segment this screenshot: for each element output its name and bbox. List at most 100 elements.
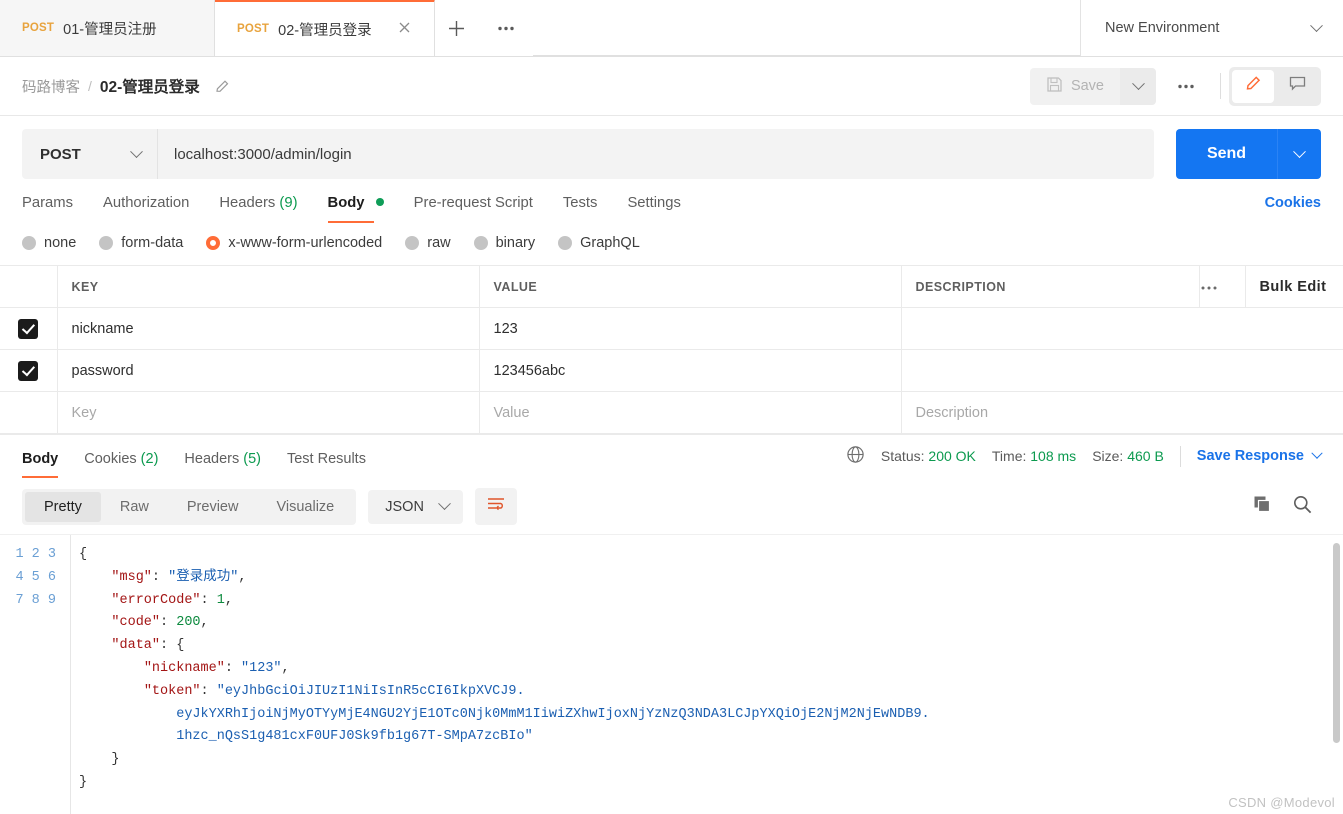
bulk-edit-button[interactable]: Bulk Edit: [1244, 265, 1343, 308]
row-checkbox-cell[interactable]: [0, 349, 58, 392]
body-type-form-data[interactable]: form-data: [99, 235, 183, 251]
response-tab-cookies[interactable]: Cookies (2): [84, 451, 158, 478]
view-mode-toggle: [1229, 66, 1321, 106]
tab-title: 01-管理员注册: [63, 21, 157, 38]
tab-label: Settings: [627, 195, 681, 211]
tab-pre-request-script[interactable]: Pre-request Script: [414, 187, 533, 223]
row-value-cell[interactable]: 123: [478, 307, 902, 350]
body-type-binary[interactable]: binary: [473, 235, 535, 251]
response-meta: Status: 200 OK Time: 108 ms Size: 460 B …: [846, 445, 1323, 478]
tab-title: 02-管理员登录: [278, 22, 372, 39]
send-options-button[interactable]: [1277, 129, 1321, 179]
response-tab-body[interactable]: Body: [22, 451, 59, 478]
tab-options-button[interactable]: [478, 0, 533, 56]
tab-tests[interactable]: Tests: [563, 187, 598, 223]
header-key: KEY: [56, 265, 480, 308]
table-options-button[interactable]: [1198, 265, 1246, 308]
save-options-button[interactable]: [1120, 67, 1156, 105]
edit-mode-button[interactable]: [1232, 69, 1274, 103]
table-empty-row[interactable]: Key Value Description: [0, 391, 1343, 434]
body-type-options: none form-data x-www-form-urlencoded raw…: [0, 223, 1343, 265]
tab-body[interactable]: Body: [327, 187, 384, 223]
row-description-cell[interactable]: [900, 349, 1343, 392]
tab-authorization[interactable]: Authorization: [103, 187, 189, 223]
environment-selector[interactable]: New Environment: [1080, 0, 1343, 56]
view-preview[interactable]: Preview: [168, 492, 258, 522]
new-tab-button[interactable]: [434, 0, 479, 56]
vertical-scrollbar[interactable]: [1333, 543, 1340, 743]
description-input-placeholder: Description: [915, 404, 989, 421]
ellipsis-icon: [1200, 282, 1218, 294]
tab-settings[interactable]: Settings: [627, 187, 680, 223]
body-type-label: GraphQL: [580, 235, 640, 251]
response-tab-test-results[interactable]: Test Results: [287, 451, 366, 478]
request-tab-2[interactable]: POST 02-管理员登录: [215, 0, 435, 56]
tab-label: Params: [22, 195, 73, 211]
pencil-icon[interactable]: [214, 78, 231, 95]
tab-label: Authorization: [102, 195, 190, 211]
row-key-cell[interactable]: password: [56, 349, 480, 392]
request-more-button[interactable]: [1156, 79, 1216, 93]
body-type-graphql[interactable]: GraphQL: [558, 235, 640, 251]
row-value-cell[interactable]: 123456abc: [478, 349, 902, 392]
copy-button[interactable]: [1252, 494, 1272, 519]
tab-method-label: POST: [237, 23, 270, 35]
header-description: DESCRIPTION: [900, 265, 1200, 308]
request-tab-1[interactable]: POST 01-管理员注册: [0, 0, 215, 56]
wrap-lines-button[interactable]: [474, 488, 517, 525]
save-response-label: Save Response: [1196, 448, 1304, 464]
body-type-none[interactable]: none: [22, 235, 76, 251]
url-bar: POST localhost:3000/admin/login Send: [0, 116, 1343, 187]
time-label: Time:: [991, 448, 1027, 464]
wrap-lines-icon: [486, 496, 506, 517]
request-tab-bar: POST 01-管理员注册 POST 02-管理员登录 New Environm…: [0, 0, 1343, 57]
comment-button[interactable]: [1276, 70, 1318, 103]
search-button[interactable]: [1292, 494, 1313, 520]
tab-label: Body: [327, 195, 365, 211]
postman-window: POST 01-管理员注册 POST 02-管理员登录 New Environm…: [0, 0, 1343, 814]
chevron-down-icon: [1131, 76, 1145, 90]
http-method-selector[interactable]: POST: [22, 129, 157, 179]
breadcrumb-separator: /: [88, 78, 92, 94]
checkbox-checked-icon[interactable]: [18, 318, 39, 339]
send-button[interactable]: Send: [1176, 129, 1277, 179]
line-number-gutter: 1 2 3 4 5 6 7 8 9: [15, 547, 56, 608]
chevron-down-icon: [1293, 144, 1306, 158]
body-type-x-www-form-urlencoded[interactable]: x-www-form-urlencoded: [206, 235, 382, 251]
empty-row-description-cell[interactable]: Description: [900, 391, 1343, 434]
headers-count: (5): [243, 451, 261, 467]
body-type-raw[interactable]: raw: [405, 235, 451, 251]
close-icon[interactable]: [381, 20, 412, 38]
table-row[interactable]: password 123456abc: [0, 349, 1343, 392]
copy-icon: [1252, 496, 1272, 518]
key-input-placeholder: Key: [71, 404, 97, 421]
row-checkbox-cell[interactable]: [0, 307, 58, 350]
row-key: nickname: [71, 320, 134, 337]
environment-label: New Environment: [1105, 20, 1220, 36]
tab-params[interactable]: Params: [22, 187, 73, 223]
url-input[interactable]: localhost:3000/admin/login: [157, 129, 1154, 179]
tab-headers[interactable]: Headers (9): [219, 187, 297, 223]
comment-icon: [1288, 74, 1307, 98]
response-format-selector[interactable]: JSON: [368, 489, 463, 524]
response-tab-headers[interactable]: Headers (5): [184, 451, 261, 478]
breadcrumb-collection[interactable]: 码路博客: [22, 76, 80, 97]
cookies-count: (2): [140, 451, 159, 467]
save-button[interactable]: Save: [1029, 67, 1120, 105]
tab-label: Cookies: [84, 451, 137, 467]
view-pretty[interactable]: Pretty: [25, 491, 101, 522]
checkbox-checked-icon[interactable]: [18, 360, 39, 381]
row-description-cell[interactable]: [900, 307, 1343, 350]
view-raw[interactable]: Raw: [101, 492, 168, 522]
empty-row-key-cell[interactable]: Key: [56, 391, 480, 434]
radio-icon: [22, 236, 36, 250]
table-row[interactable]: nickname 123: [0, 307, 1343, 350]
view-visualize[interactable]: Visualize: [257, 492, 353, 522]
size-label: Size:: [1092, 448, 1124, 464]
row-key-cell[interactable]: nickname: [56, 307, 480, 350]
response-json-code[interactable]: { "msg": "登录成功", "errorCode": 1, "code":…: [70, 535, 1343, 814]
save-response-button[interactable]: Save Response: [1196, 447, 1323, 464]
empty-row-value-cell[interactable]: Value: [478, 391, 902, 434]
cookies-link[interactable]: Cookies: [1265, 195, 1321, 223]
response-tabs-bar: Body Cookies (2) Headers (5) Test Result…: [0, 434, 1343, 478]
